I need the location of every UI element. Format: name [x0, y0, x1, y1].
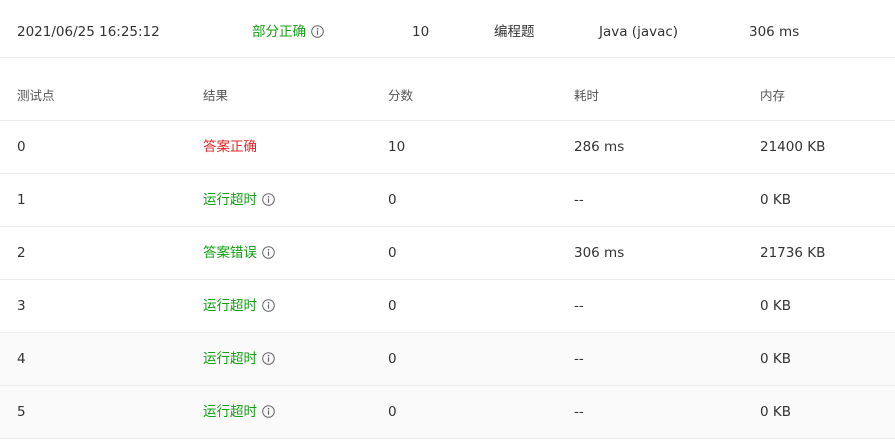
testcase-result[interactable]: 运行超时 — [203, 386, 275, 439]
testcase-score: 10 — [388, 139, 406, 155]
testcase-score: 0 — [388, 404, 397, 420]
info-icon[interactable] — [262, 193, 275, 206]
table-row: 3 运行超时 0 -- 0 KB — [0, 280, 895, 333]
submission-status[interactable]: 部分正确 — [252, 0, 324, 65]
table-row: 1 运行超时 0 -- 0 KB — [0, 174, 895, 227]
testcase-id: 1 — [17, 192, 26, 208]
problem-type: 编程题 — [494, 24, 535, 40]
testcase-memory: 0 KB — [760, 298, 791, 314]
testcase-result-label: 运行超时 — [203, 192, 257, 208]
testcase-result-label: 运行超时 — [203, 404, 257, 420]
table-row: 4 运行超时 0 -- 0 KB — [0, 333, 895, 386]
testcase-result[interactable]: 运行超时 — [203, 333, 275, 386]
testcase-id: 5 — [17, 404, 26, 420]
testcase-table-header: 测试点 结果 分数 耗时 内存 — [0, 58, 895, 121]
table-row: 0 答案正确 10 286 ms 21400 KB — [0, 121, 895, 174]
testcase-time: -- — [574, 298, 584, 314]
info-icon[interactable] — [262, 246, 275, 259]
testcase-time: 286 ms — [574, 139, 625, 155]
testcase-id: 0 — [17, 139, 26, 155]
submission-summary-row: 2021/06/25 16:25:12 部分正确 10 编程题 Java (ja… — [0, 0, 895, 58]
testcase-result[interactable]: 运行超时 — [203, 280, 275, 333]
testcase-memory: 0 KB — [760, 192, 791, 208]
submission-time: 2021/06/25 16:25:12 — [17, 24, 160, 40]
table-row: 5 运行超时 0 -- 0 KB — [0, 386, 895, 439]
testcase-result[interactable]: 答案错误 — [203, 227, 275, 280]
testcase-id: 4 — [17, 351, 26, 367]
testcase-score: 0 — [388, 298, 397, 314]
info-icon[interactable] — [262, 352, 275, 365]
testcase-score: 0 — [388, 245, 397, 261]
submission-score: 10 — [412, 24, 430, 40]
submission-status-label: 部分正确 — [252, 24, 306, 40]
table-row: 2 答案错误 0 306 ms 21736 KB — [0, 227, 895, 280]
info-icon[interactable] — [262, 405, 275, 418]
testcase-time: -- — [574, 404, 584, 420]
testcase-memory: 21400 KB — [760, 139, 826, 155]
testcase-time: 306 ms — [574, 245, 625, 261]
testcase-memory: 21736 KB — [760, 245, 826, 261]
testcase-id: 2 — [17, 245, 26, 261]
testcase-result-label: 运行超时 — [203, 351, 257, 367]
testcase-memory: 0 KB — [760, 404, 791, 420]
info-icon[interactable] — [262, 299, 275, 312]
compiler-language: Java (javac) — [599, 24, 679, 40]
testcase-id: 3 — [17, 298, 26, 314]
testcase-time: -- — [574, 192, 584, 208]
testcase-time: -- — [574, 351, 584, 367]
testcase-result: 答案正确 — [203, 139, 257, 155]
testcase-result[interactable]: 运行超时 — [203, 174, 275, 227]
testcase-result-label: 答案错误 — [203, 245, 257, 261]
testcase-score: 0 — [388, 351, 397, 367]
info-icon[interactable] — [311, 25, 324, 38]
testcase-score: 0 — [388, 192, 397, 208]
testcase-result-label: 运行超时 — [203, 298, 257, 314]
testcase-memory: 0 KB — [760, 351, 791, 367]
submission-runtime: 306 ms — [749, 24, 800, 40]
